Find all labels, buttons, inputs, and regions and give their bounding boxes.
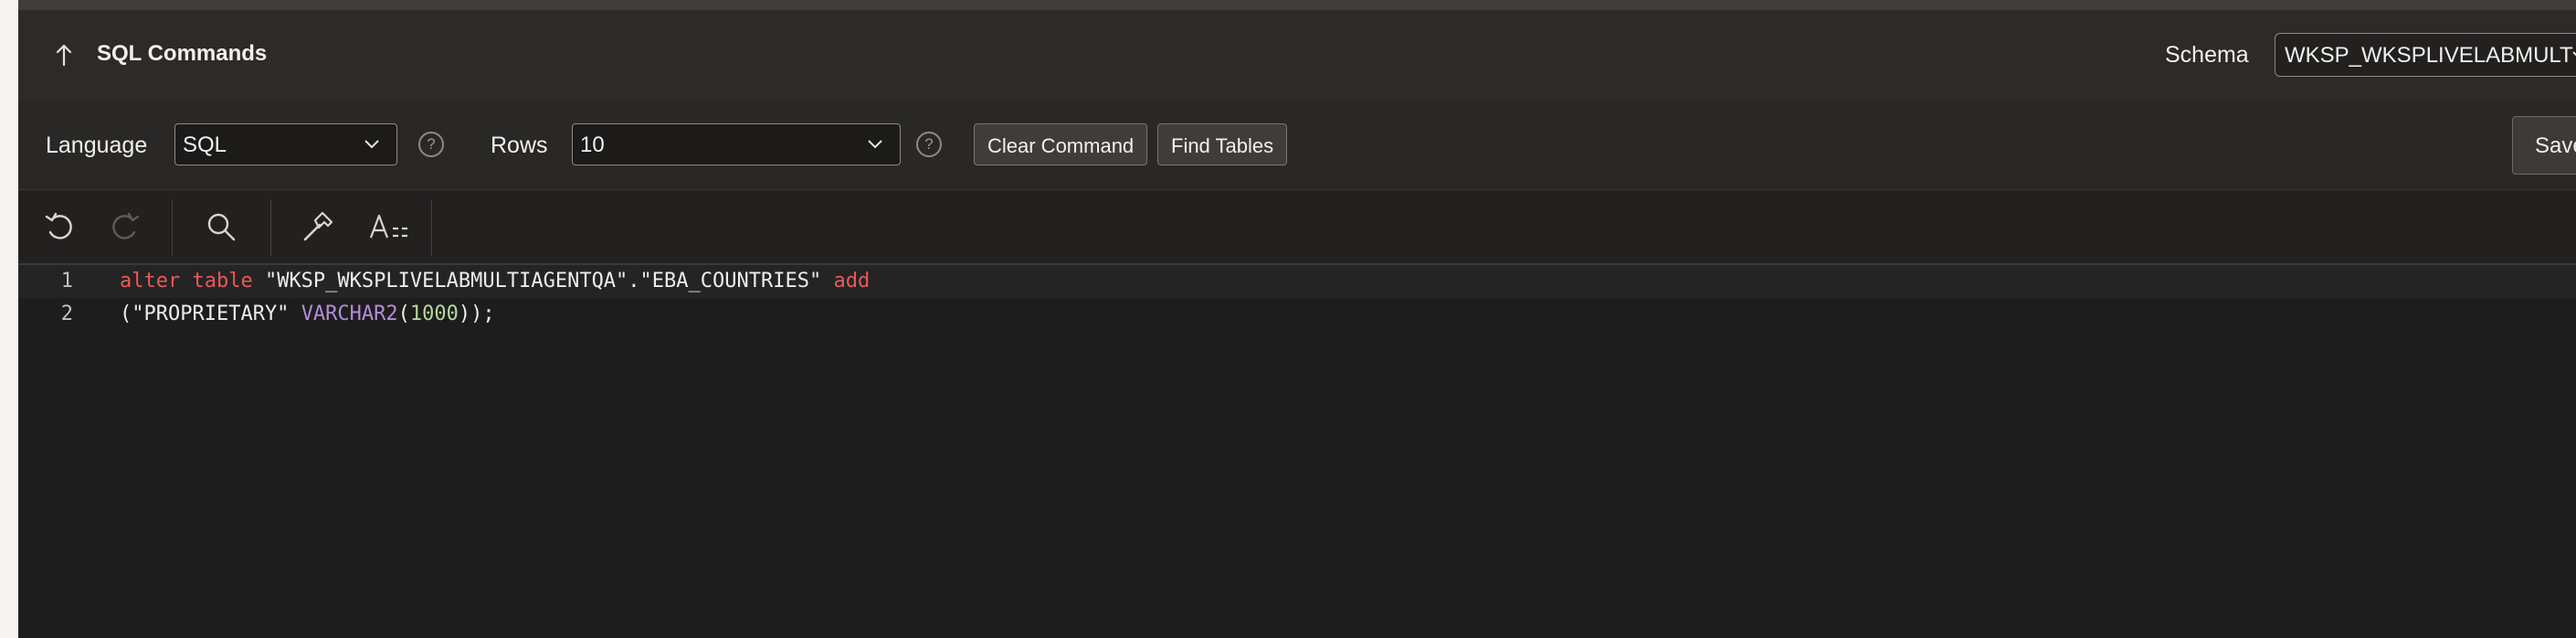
schema-label: Schema	[2165, 42, 2249, 68]
command-toolbar: Language SQL ? Rows 10 ? Clear Command F…	[18, 101, 2576, 190]
rows-help-icon[interactable]: ?	[916, 132, 942, 157]
page-title: SQL Commands	[97, 41, 268, 66]
hammer-icon[interactable]	[300, 208, 336, 245]
redo-icon[interactable]	[106, 208, 143, 245]
language-label: Language	[46, 133, 148, 158]
identifier-token: "WKSP_WKSPLIVELABMULTIAGENTQA"."EBA_COUN…	[252, 270, 834, 292]
toolbar-divider	[431, 199, 432, 256]
search-icon[interactable]	[203, 208, 239, 245]
keyword-token: add	[833, 270, 871, 292]
find-tables-button[interactable]: Find Tables	[1157, 123, 1288, 165]
chevron-down-icon	[2572, 51, 2576, 57]
punctuation-token: ));	[458, 303, 495, 325]
top-border	[18, 0, 2576, 10]
title-bar: SQL Commands Schema WKSP_WKSPLIVELABMULT	[18, 10, 2576, 101]
undo-icon[interactable]	[42, 208, 79, 245]
line-number: 2	[60, 303, 73, 325]
language-select[interactable]: SQL	[174, 123, 397, 165]
rows-select-value: 10	[580, 133, 605, 157]
chevron-down-icon	[364, 140, 379, 149]
text-format-icon[interactable]	[367, 208, 411, 245]
code-line: ("PROPRIETARY" VARCHAR2(1000));	[120, 303, 495, 325]
type-token: VARCHAR2	[301, 303, 398, 325]
code-line: alter table "WKSP_WKSPLIVELABMULTIAGENTQ…	[120, 270, 870, 292]
clear-command-button[interactable]: Clear Command	[974, 123, 1148, 165]
keyword-token: alter table	[120, 270, 253, 292]
rows-select[interactable]: 10	[572, 123, 901, 165]
line-number: 1	[60, 270, 73, 292]
schema-select-value: WKSP_WKSPLIVELABMULT	[2285, 43, 2573, 68]
identifier-token: ("PROPRIETARY"	[120, 303, 301, 325]
toolbar-divider	[172, 199, 173, 256]
sql-commands-app: SQL Commands Schema WKSP_WKSPLIVELABMULT…	[18, 0, 2576, 638]
number-token: 1000	[409, 303, 459, 325]
editor-line-1: 1 alter table "WKSP_WKSPLIVELABMULTIAGEN…	[18, 265, 2576, 298]
editor-line-2: 2 ("PROPRIETARY" VARCHAR2(1000));	[18, 298, 2576, 331]
up-arrow-icon[interactable]	[53, 43, 75, 67]
rows-label: Rows	[491, 133, 548, 158]
save-button[interactable]: Save	[2512, 116, 2576, 175]
chevron-down-icon	[868, 140, 882, 149]
schema-select[interactable]: WKSP_WKSPLIVELABMULT	[2275, 33, 2576, 77]
punctuation-token: (	[397, 303, 410, 325]
language-help-icon[interactable]: ?	[418, 132, 444, 157]
left-edge-strip	[0, 0, 18, 638]
editor-toolbar	[18, 190, 2576, 265]
sql-editor[interactable]: 1 alter table "WKSP_WKSPLIVELABMULTIAGEN…	[18, 265, 2576, 638]
language-select-value: SQL	[183, 133, 227, 157]
toolbar-divider	[270, 199, 271, 256]
